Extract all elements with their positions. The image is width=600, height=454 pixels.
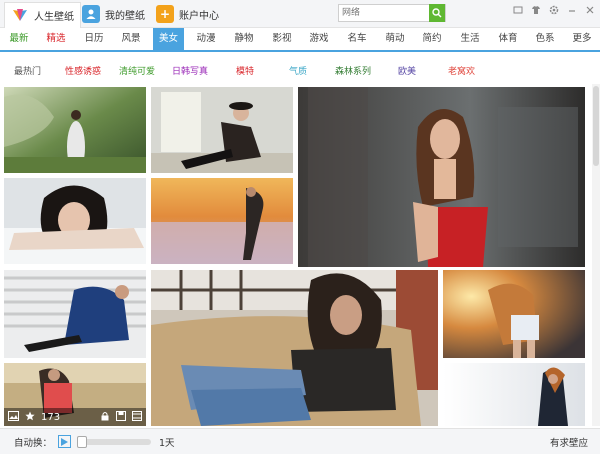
subcategory-forest[interactable]: 森林系列 [335,64,371,77]
star-icon[interactable] [25,411,35,424]
wallpaper-tile[interactable] [443,270,585,358]
subcategory-western[interactable]: 欧美 [398,64,416,77]
title-bar: 人生壁纸 我的壁纸 + 账户中心 [0,0,600,28]
category-film[interactable]: 影视 [269,28,295,50]
wallpaper-tile[interactable] [443,363,585,426]
category-simple[interactable]: 简约 [419,28,445,50]
scrollbar[interactable] [592,84,600,426]
play-button[interactable] [58,435,72,448]
window-controls [512,4,596,16]
shirt-icon[interactable] [530,4,542,16]
skin-icon[interactable] [512,4,524,16]
image-icon[interactable] [8,410,19,424]
lock-icon[interactable] [100,411,110,424]
bottom-bar: 自动换： 1天 有求壁应 [0,428,600,454]
tab-my-wallpaper[interactable]: 我的壁纸 [76,2,151,26]
tab-label: 人生壁纸 [34,12,74,23]
tile-overlay-bar: 173 [4,408,146,426]
wallpaper-tile[interactable] [151,87,293,173]
subcategory-misc[interactable]: 老窝欢 [448,64,475,77]
category-more[interactable]: 更多 [569,28,595,50]
category-colors[interactable]: 色系 [532,28,558,50]
category-beauty[interactable]: 美女 [153,28,185,50]
wallpaper-grid: 173 [0,84,592,426]
category-still-life[interactable]: 静物 [231,28,257,50]
like-count: 173 [41,411,61,423]
subcategory-temperament[interactable]: 气质 [289,64,307,77]
subcategory-model[interactable]: 模特 [236,64,254,77]
wallpaper-tile[interactable] [151,178,293,264]
category-cars[interactable]: 名车 [344,28,370,50]
category-nav: 最新 精选 日历 风景 美女 动漫 静物 影视 游戏 名车 萌动 简约 生活 体… [0,28,600,52]
wallpaper-tile[interactable] [4,270,146,358]
wallpaper-tile[interactable] [4,178,146,264]
subcategory-pure-cute[interactable]: 清纯可爱 [119,64,155,77]
wallpaper-tile[interactable] [298,87,585,267]
tab-label: 我的壁纸 [105,10,145,22]
search-input[interactable] [339,5,429,21]
interval-value: 1天 [159,437,175,449]
play-icon [61,437,69,446]
film-icon[interactable] [132,410,143,424]
interval-slider[interactable] [77,435,152,448]
subcategory-sexy[interactable]: 性感诱惑 [65,64,101,77]
wallpaper-tile[interactable] [4,87,146,173]
auto-switch-label: 自动换： [14,437,53,449]
category-latest[interactable]: 最新 [6,28,32,50]
category-calendar[interactable]: 日历 [81,28,107,50]
category-games[interactable]: 游戏 [306,28,332,50]
search-box [338,4,446,22]
slider-handle[interactable] [77,435,88,448]
category-scenery[interactable]: 风景 [118,28,144,50]
category-sports[interactable]: 体育 [495,28,521,50]
plus-icon: + [156,5,174,23]
search-icon [432,8,442,18]
user-icon [82,5,100,23]
category-cute[interactable]: 萌动 [382,28,408,50]
subcategory-jk-photo[interactable]: 日韩写真 [172,64,208,77]
search-button[interactable] [429,4,445,22]
category-life[interactable]: 生活 [457,28,483,50]
category-anime[interactable]: 动漫 [193,28,219,50]
request-wallpaper-link[interactable]: 有求壁应 [550,435,588,449]
settings-icon[interactable] [548,4,560,16]
tab-label: 账户中心 [179,10,219,22]
save-icon[interactable] [116,410,127,424]
subcategory-nav: 最热门 性感诱惑 清纯可爱 日韩写真 模特 气质 森林系列 欧美 老窝欢 [0,54,600,84]
scrollbar-thumb[interactable] [593,86,599,166]
subcategory-hottest[interactable]: 最热门 [14,64,41,77]
close-icon[interactable] [584,4,596,16]
tab-life-wallpaper[interactable]: 人生壁纸 [4,2,81,28]
wallpaper-tile[interactable] [151,270,438,426]
app-logo-icon [11,7,29,25]
category-featured[interactable]: 精选 [43,28,69,50]
minimize-icon[interactable] [566,4,578,16]
tab-account-center[interactable]: + 账户中心 [150,2,225,26]
